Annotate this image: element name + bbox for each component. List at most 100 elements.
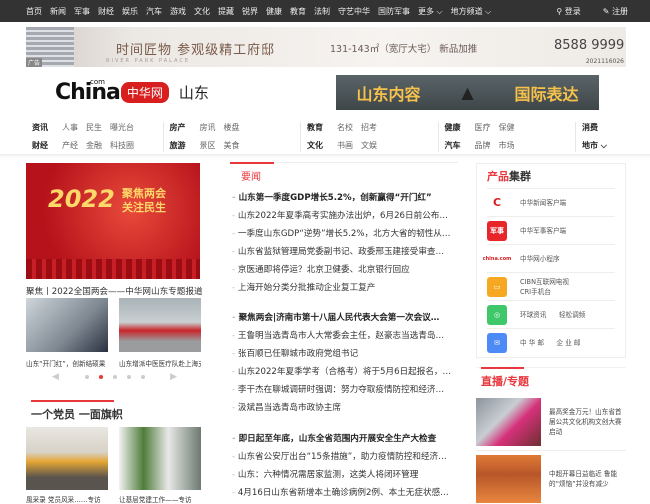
category-link [523,140,557,152]
category-link[interactable]: 美食 [224,140,248,152]
nav-item[interactable]: 更多 ⌵ [414,6,447,17]
carousel-dot[interactable] [140,375,145,379]
login-link[interactable]: ⚲ 登录 [552,6,584,17]
category-link[interactable]: 产经 [62,140,86,152]
party-caption[interactable]: 風采录 党员风采……专访 [26,494,101,504]
category-link[interactable]: 书画 [337,140,361,152]
nav-item[interactable]: 文化 [190,6,214,17]
category-link [385,122,419,134]
category-link[interactable]: 人事 [62,122,86,134]
register-link[interactable]: ✎ 注册 [599,6,632,17]
product-item[interactable]: C 中华新闻客户端 [487,188,615,216]
thumb-image[interactable] [26,298,108,352]
live-item[interactable]: 最高奖金万元！山东省首届公共文化机构文创大赛启动 [476,398,626,446]
category-link[interactable]: 民生 [86,122,110,134]
category-link[interactable]: 保健 [499,122,523,134]
hero-image[interactable]: 2022 聚焦两会 关注民生 [26,163,200,279]
product-item[interactable]: ▭ CIBN互联网电视 CRI手机台 [487,272,615,300]
product-item[interactable]: china.com 中华网小程序 [483,244,615,272]
category-link[interactable]: 医疗 [475,122,499,134]
product-item[interactable]: ◎ 环球资讯 轻松调频 [487,300,615,328]
hero-title: 聚焦两会 关注民生 [122,187,166,214]
nav-item[interactable]: 地方频道 ⌵ [447,6,496,17]
section-underline [230,162,274,164]
news-link[interactable]: 山东2022年夏季学考（合格考）将于5月6日起报名，… [232,365,457,377]
news-link[interactable]: 山东省公安厅出台“15条措施”，助力疫情防控和经济… [232,450,457,462]
carousel-dot[interactable] [126,375,131,379]
thumb-caption[interactable]: 山东增派中医医疗队赴上海支 [119,358,201,368]
news-link[interactable]: 京医通即将停运？北京卫健委、北京银行回应 [232,263,457,275]
carousel-dot[interactable] [112,375,117,379]
nav-item[interactable]: 汽车 [142,6,166,17]
category-link[interactable]: 资讯 [32,122,62,134]
category-link[interactable]: 消费 [582,122,622,134]
news-link[interactable]: 李干杰在聊城调研时强调：努力夺取疫情防控和经济… [232,383,457,395]
category-link[interactable]: 教育 [307,122,337,134]
category-link[interactable]: 房讯 [200,122,224,134]
category-link[interactable]: 景区 [200,140,224,152]
nav-item[interactable]: 法制 [310,6,334,17]
thumb-caption[interactable]: 山东“开门红”，创新结硕果 [26,358,105,368]
nav-item[interactable]: 提藏 [214,6,238,17]
category-link[interactable]: 名校 [337,122,361,134]
live-item[interactable]: 中超开幕日益临近 鲁能的“烦恼”并没有减少 [476,455,626,503]
category-link[interactable]: 财经 [32,140,62,152]
thumb-image[interactable] [119,298,201,352]
promo-banner[interactable]: 山东内容 ▲ 国际表达 [336,75,599,110]
category-link[interactable]: 文娱 [361,140,385,152]
products-title: 产品集群 [487,170,531,183]
carousel-dot[interactable] [84,375,89,379]
nav-item[interactable]: 守艺中华 [334,6,374,17]
nav-item[interactable]: 首页 [22,6,46,17]
ad-banner[interactable]: 时间匠物 参观级精工府邸 131-143㎡（宽厅大宅） 新品加推 8588 99… [26,27,626,67]
news-link[interactable]: 即日起至年底，山东全省范围内开展安全生产大检查 [232,432,457,444]
news-link[interactable]: 汲斌昌当选青岛市政协主席 [232,401,457,413]
nav-item[interactable]: 国防军事 [374,6,414,17]
nav-item[interactable]: 新闻 [46,6,70,17]
prev-arrow-icon[interactable]: ◀ [52,372,59,382]
category-link[interactable]: 金融 [86,140,110,152]
product-item[interactable]: ✉ 中 华 邮 企 业 邮 [487,328,615,356]
news-link[interactable]: 山东第一季度GDP增长5.2%，创新赢得“开门红” [232,191,457,203]
category-link[interactable]: 旅游 [170,140,200,152]
category-link[interactable]: 品牌 [475,140,499,152]
product-item[interactable]: 军事 中华军事客户端 [487,216,615,244]
news-link[interactable]: 张百顺已任聊城市政府党组书记 [232,347,457,359]
site-logo[interactable]: China 中华网 山东 [55,80,209,105]
category-link[interactable]: 科技圈 [110,140,144,152]
category-link[interactable]: 招考 [361,122,385,134]
category-link[interactable]: 汽车 [445,140,475,152]
category-link[interactable]: 楼盘 [224,122,248,134]
news-link[interactable]: 聚焦两会|济南市第十八届人民代表大会第一次会议… [232,311,457,323]
nav-item[interactable]: 娱乐 [118,6,142,17]
hero-caption[interactable]: 聚焦丨2022全国两会——中华网山东专题报道 [26,285,203,297]
next-arrow-icon[interactable]: ▶ [170,372,177,382]
live-image [476,398,541,446]
nav-item[interactable]: 军事 [70,6,94,17]
news-link[interactable]: 山东2022年夏季高考实施办法出炉，6月26日前公布… [232,209,457,221]
nav-item[interactable]: 游戏 [166,6,190,17]
news-link[interactable]: 山东：六种情况需居家监测，这类人将闭环管理 [232,468,457,480]
news-link[interactable]: 一季度山东GDP“逆势”增长5.2%，北方大省的韧性从… [232,227,457,239]
news-link[interactable]: 上海开始分类分批推动企业复工复产 [232,281,457,293]
party-image[interactable] [119,427,201,490]
category-link[interactable]: 地市 ⌵ [582,140,622,152]
yaowen-title: 要闻 [241,172,261,183]
news-link[interactable]: 山东省监狱管理局党委副书记、政委邢玉建接受审查… [232,245,457,257]
category-link[interactable]: 曝光台 [110,122,144,134]
nav-item[interactable]: 财经 [94,6,118,17]
nav-item[interactable]: 健康 [262,6,286,17]
party-section-title: 一个党员 一面旗帜 [31,408,123,421]
category-link[interactable]: 健康 [445,122,475,134]
category-link[interactable]: 文化 [307,140,337,152]
category-link[interactable]: 市场 [499,140,523,152]
carousel-dot[interactable] [98,375,103,379]
category-link[interactable]: 房产 [170,122,200,134]
party-image[interactable] [26,427,108,490]
nav-item[interactable]: 教育 [286,6,310,17]
party-caption[interactable]: 让基层党建工作——专访 [119,494,192,504]
news-link[interactable]: 4月16日山东省新增本土确诊病例2例、本土无症状感… [232,486,457,498]
nav-item[interactable]: 锐界 [238,6,262,17]
category-group: 房产 房讯 楼盘旅游 景区 美食 [164,122,301,152]
news-link[interactable]: 王鲁明当选青岛市人大常委会主任，赵豪志当选青岛… [232,329,457,341]
